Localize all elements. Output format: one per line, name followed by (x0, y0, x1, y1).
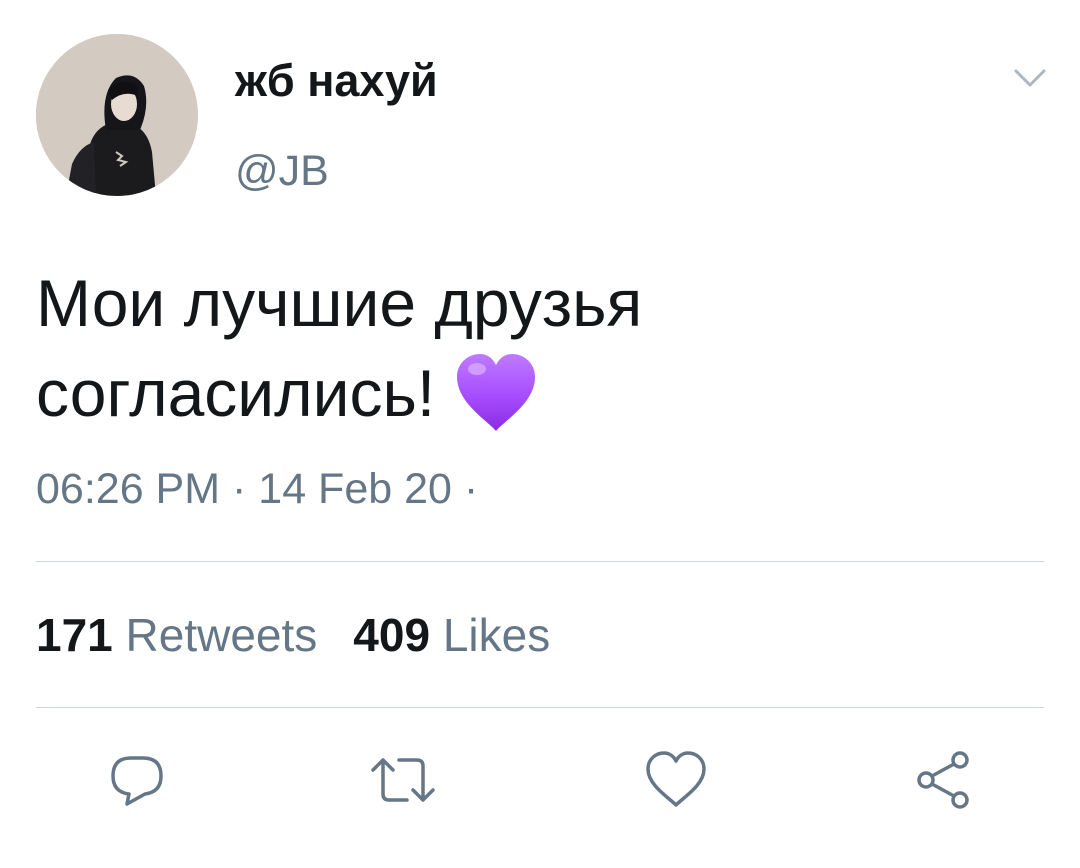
display-name[interactable]: жб нахуй (235, 58, 438, 103)
tweet-time: 06:26 PM (36, 465, 221, 513)
avatar[interactable] (36, 34, 198, 196)
likes-stat[interactable]: 409 Likes (353, 609, 550, 661)
meta-trailing: · (451, 465, 479, 513)
reply-icon (111, 756, 163, 806)
engagement-stats: 171 Retweets 409 Likes (36, 612, 550, 658)
tweet-date: 14 Feb 20 (258, 465, 452, 513)
meta-separator: · (220, 465, 259, 513)
like-button[interactable] (636, 740, 716, 820)
likes-count: 409 (353, 609, 431, 661)
tweet-text-line-2: согласились! (36, 348, 1036, 438)
tweet-detail: жб нахуй @JB Мои лучшие друзья согласили… (0, 0, 1080, 868)
purple-heart-emoji-icon (453, 351, 539, 433)
retweet-button[interactable] (363, 740, 443, 820)
retweet-icon (371, 758, 435, 802)
retweets-label: Retweets (125, 609, 318, 661)
user-handle[interactable]: @JB (235, 150, 329, 193)
divider (36, 561, 1044, 562)
action-bar (0, 740, 1080, 820)
share-icon (917, 751, 969, 809)
avatar-photo (36, 34, 198, 196)
like-icon (646, 751, 706, 807)
retweets-count: 171 (36, 609, 113, 661)
tweet-text: Мои лучшие друзья согласились! (36, 258, 1036, 438)
reply-button[interactable] (97, 740, 177, 820)
likes-label: Likes (442, 609, 551, 661)
divider (36, 707, 1044, 708)
tweet-text-line-2-text: согласились! (36, 356, 436, 430)
retweets-stat[interactable]: 171 Retweets (36, 609, 317, 661)
tweet-text-line-1: Мои лучшие друзья (36, 266, 643, 340)
tweet-timestamp[interactable]: 06:26 PM · 14 Feb 20 · (36, 468, 478, 511)
share-button[interactable] (904, 740, 984, 820)
chevron-down-icon[interactable] (1012, 66, 1048, 90)
